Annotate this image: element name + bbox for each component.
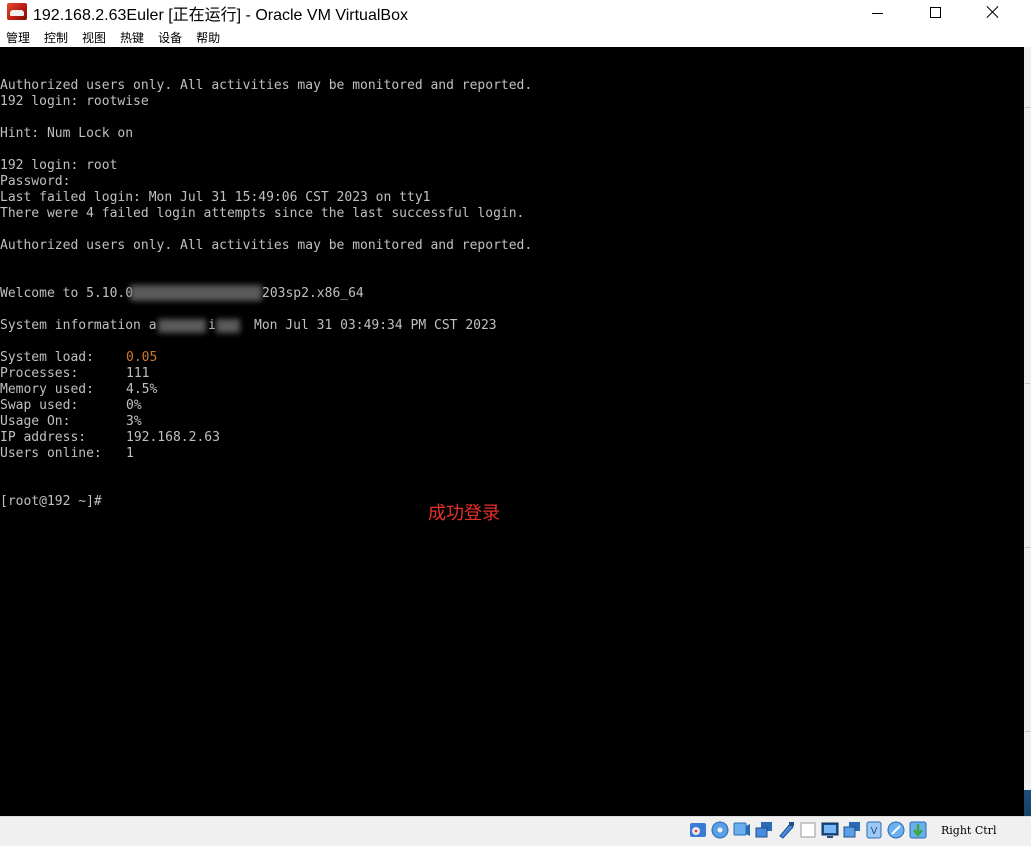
console-failed-attempts-line: There were 4 failed login attempts since… [0, 206, 525, 221]
status-icons-group: V [688, 820, 928, 840]
video-capture-icon[interactable] [842, 820, 862, 840]
console-login-line-2: 192 login: root [0, 158, 118, 173]
host-key-label[interactable]: Right Ctrl [941, 824, 996, 837]
minimize-button[interactable] [848, 0, 906, 24]
audio-icon[interactable] [732, 820, 752, 840]
console-welcome-prefix: Welcome to 5.10.0 [0, 286, 134, 301]
redacted-region-2 [158, 319, 206, 333]
menu-item-view[interactable]: 视图 [76, 28, 111, 46]
console-last-failed-line: Last failed login: Mon Jul 31 15:49:06 C… [0, 190, 431, 205]
shell-prompt[interactable]: [root@192 ~]# [0, 494, 102, 510]
stat-label-processes: Processes: [0, 366, 79, 381]
stat-value-usage-on: 3% [126, 414, 142, 429]
menu-item-control[interactable]: 控制 [38, 28, 73, 46]
stat-value-system-load: 0.05 [126, 350, 158, 365]
stat-value-processes: 111 [126, 366, 150, 381]
edge-notch [1025, 383, 1030, 384]
close-button[interactable] [964, 0, 1022, 24]
mouse-integration-icon[interactable] [886, 820, 906, 840]
maximize-button[interactable] [906, 0, 964, 24]
title-bar[interactable]: 192.168.2.63Euler [正在运行] - Oracle VM Vir… [0, 0, 1031, 24]
console-banner-line: Authorized users only. All activities ma… [0, 78, 533, 93]
virtualization-icon[interactable]: V [864, 820, 884, 840]
hard-disk-icon[interactable] [688, 820, 708, 840]
edge-notch [1025, 731, 1030, 732]
shared-folders-icon[interactable] [798, 820, 818, 840]
console-sysinfo-prefix: System information a [0, 318, 157, 333]
stat-value-swap-used: 0% [126, 398, 142, 413]
console-banner-line-2: Authorized users only. All activities ma… [0, 238, 533, 253]
menu-bar: 管理 控制 视图 热键 设备 帮助 [0, 28, 228, 46]
right-edge-strip [1024, 47, 1031, 816]
menu-item-hotkeys[interactable]: 热键 [114, 28, 149, 46]
virtualbox-window: 192.168.2.63Euler [正在运行] - Oracle VM Vir… [0, 0, 1031, 846]
display-icon[interactable] [820, 820, 840, 840]
menu-item-help[interactable]: 帮助 [190, 28, 225, 46]
close-icon [986, 5, 1000, 19]
keyboard-capture-icon[interactable] [908, 820, 928, 840]
edge-notch [1025, 107, 1030, 108]
stat-label-swap-used: Swap used: [0, 398, 79, 413]
menu-item-devices[interactable]: 设备 [152, 28, 187, 46]
stat-label-system-load: System load: [0, 350, 94, 365]
login-success-annotation: 成功登录 [428, 503, 500, 524]
menu-item-manage[interactable]: 管理 [0, 28, 35, 46]
console-welcome-suffix: 203sp2.x86_64 [262, 286, 364, 301]
stat-value-memory-used: 4.5% [126, 382, 158, 397]
console-sysinfo-date: Mon Jul 31 03:49:34 PM CST 2023 [254, 318, 497, 333]
console-password-line: Password: [0, 174, 71, 189]
stat-label-usage-on: Usage On: [0, 414, 71, 429]
stat-label-memory-used: Memory used: [0, 382, 94, 397]
optical-drive-icon[interactable] [710, 820, 730, 840]
console-login-line: 192 login: rootwise [0, 94, 149, 109]
redacted-region [130, 285, 262, 301]
console-hint-line: Hint: Num Lock on [0, 126, 134, 141]
stat-label-ip-address: IP address: [0, 430, 87, 445]
virtualbox-app-icon [7, 3, 27, 20]
edge-notch [1025, 547, 1030, 548]
minimize-icon [871, 12, 883, 14]
maximize-icon [929, 6, 941, 18]
vm-console-screen[interactable]: Authorized users only. All activities ma… [0, 47, 1024, 816]
redacted-region-3 [216, 319, 240, 333]
usb-icon[interactable] [776, 820, 796, 840]
stat-value-users-online: 1 [126, 446, 134, 461]
stat-label-users-online: Users online: [0, 446, 102, 461]
window-title: 192.168.2.63Euler [正在运行] - Oracle VM Vir… [33, 7, 408, 24]
console-sysinfo-mid: i [208, 318, 216, 333]
status-bar: V Right Ctrl [0, 816, 1031, 846]
svg-text:V: V [871, 826, 878, 837]
stat-value-ip-address: 192.168.2.63 [126, 430, 220, 445]
network-icon[interactable] [754, 820, 774, 840]
